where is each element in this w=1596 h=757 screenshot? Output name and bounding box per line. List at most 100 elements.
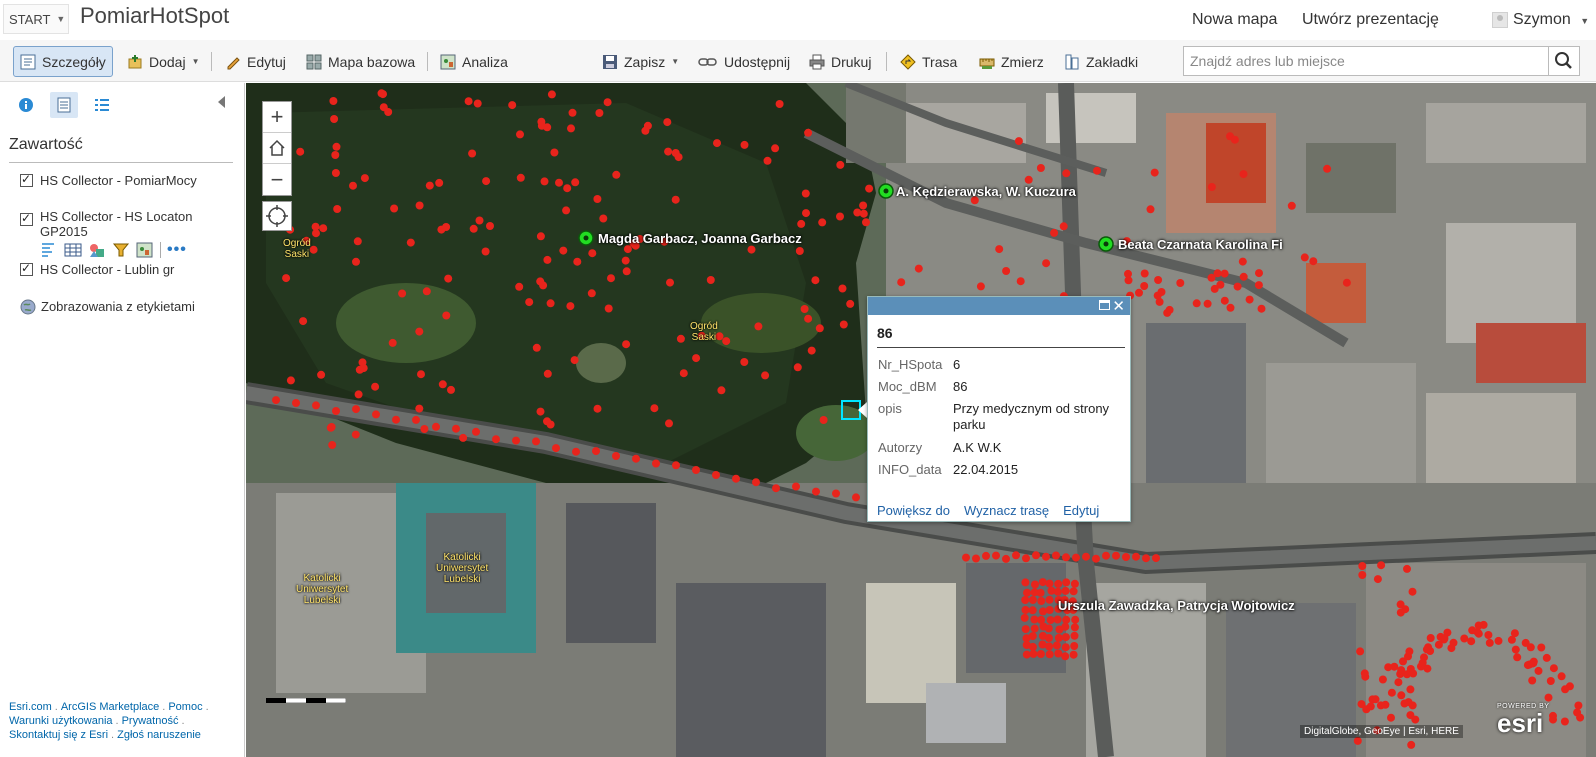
get-directions-link[interactable]: Wyznacz trasę [964, 503, 1049, 518]
hotspot-point [332, 407, 340, 415]
hotspot-point [1045, 579, 1054, 588]
layer-checkbox[interactable] [20, 211, 33, 226]
hotspot-point [1152, 554, 1160, 563]
hotspot-point [1257, 304, 1266, 313]
bookmarks-button[interactable]: Zakładki [1058, 46, 1144, 77]
home-button[interactable] [263, 133, 291, 164]
layer-item[interactable]: HS Collector - PomiarMocy [20, 172, 197, 188]
hotspot-point [1059, 222, 1068, 231]
search-button[interactable] [1549, 46, 1580, 76]
hotspot-point [422, 287, 431, 296]
hotspot-point [1061, 652, 1070, 661]
measure-button[interactable]: Zmierz [973, 46, 1050, 77]
minus-icon: − [270, 166, 284, 192]
hotspot-point [1122, 553, 1130, 561]
hotspot-point [1300, 253, 1309, 262]
hotspot-point [1053, 587, 1062, 596]
filter-icon[interactable] [112, 242, 130, 258]
hotspot-point [1102, 551, 1110, 560]
add-button[interactable]: Dodaj ▼ [121, 46, 206, 77]
layer-item[interactable]: HS Collector - Lublin gr [20, 261, 174, 277]
basemap-layer-item[interactable]: Zobrazowania z etykietami [20, 299, 195, 315]
change-style-icon[interactable] [88, 242, 106, 258]
tab-about[interactable] [12, 92, 40, 118]
layer-label[interactable]: HS Collector - PomiarMocy [40, 173, 197, 188]
analysis-button[interactable]: Analiza [434, 46, 514, 77]
hotspot-point [1032, 551, 1040, 560]
print-button[interactable]: Drukuj [803, 46, 877, 77]
footer-link[interactable]: Esri.com [9, 701, 52, 713]
basemap-layer-label[interactable]: Zobrazowania z etykietami [41, 299, 195, 314]
footer-link[interactable]: Pomoc [168, 701, 202, 713]
hotspot-point [1309, 257, 1318, 266]
layer-item[interactable]: HS Collector - HS Locaton GP2015 [20, 209, 200, 239]
footer-link[interactable]: Warunki użytkowania [9, 715, 113, 727]
layer-checkbox[interactable] [20, 261, 33, 276]
edit-button[interactable]: Edytuj [219, 46, 292, 77]
hotspot-point [1405, 647, 1414, 656]
layer-label[interactable]: HS Collector - HS Locaton GP2015 [40, 209, 200, 239]
search-input[interactable]: Znajdź adres lub miejsce [1183, 46, 1549, 76]
hotspot-point [1207, 273, 1216, 282]
hotspot-point [1323, 164, 1332, 173]
hotspot-point [672, 461, 680, 470]
more-options-icon[interactable]: ••• [167, 241, 187, 259]
scale-bar [266, 698, 346, 703]
legend-toggle-icon[interactable] [40, 242, 58, 258]
hotspot-point [1513, 653, 1522, 662]
avatar[interactable] [1492, 12, 1508, 28]
hotspot-point [540, 177, 549, 186]
edit-feature-link[interactable]: Edytuj [1063, 503, 1099, 518]
details-button[interactable]: Szczegóły [13, 46, 113, 77]
hotspot-point [516, 130, 524, 139]
hotspot-point [692, 466, 700, 474]
hotspot-point [473, 99, 482, 108]
new-map-link[interactable]: Nowa mapa [1192, 11, 1277, 29]
hotspot-point [819, 416, 828, 424]
hotspot-point [1484, 631, 1493, 639]
table-icon[interactable] [64, 242, 82, 258]
footer-link[interactable]: Zgłoś naruszenie [117, 729, 201, 741]
hotspot-point [379, 90, 387, 99]
basemap-label: Mapa bazowa [328, 53, 416, 70]
hotspot-point [1070, 631, 1079, 640]
footer-link[interactable]: ArcGIS Marketplace [61, 701, 159, 713]
point-label: Urszula Zawadzka, Patrycja Wojtowicz [1058, 598, 1295, 613]
zoom-to-link[interactable]: Powiększ do [877, 503, 950, 518]
hotspot-point [292, 399, 300, 407]
basemap-button[interactable]: Mapa bazowa [300, 46, 421, 77]
hotspot-point [1039, 607, 1047, 616]
start-menu-button[interactable]: START ▼ [3, 4, 69, 34]
zoom-out-button[interactable]: − [263, 164, 291, 195]
create-presentation-link[interactable]: Utwórz prezentację [1302, 11, 1439, 29]
hotspot-point [722, 337, 731, 346]
tab-legend[interactable] [88, 92, 116, 118]
maximize-icon[interactable] [1099, 300, 1110, 310]
hotspot-point [1038, 578, 1047, 587]
hotspot-point [1054, 633, 1063, 642]
hotspot-point [800, 305, 809, 313]
analysis-icon[interactable] [136, 242, 154, 258]
hotspot-point [761, 371, 770, 380]
footer-link[interactable]: Prywatność [122, 715, 179, 727]
layer-label[interactable]: HS Collector - Lublin gr [40, 262, 174, 277]
esri-logo[interactable]: POWERED BY esri [1497, 703, 1555, 739]
close-icon[interactable]: ✕ [1112, 297, 1125, 315]
share-button[interactable]: Udostępnij [692, 46, 796, 77]
footer-link[interactable]: Skontaktuj się z Esri [9, 729, 108, 741]
locate-button[interactable] [262, 201, 292, 231]
zoom-in-button[interactable]: + [263, 102, 291, 133]
route-button[interactable]: Trasa [894, 46, 963, 77]
collapse-sidebar-icon[interactable] [218, 96, 225, 108]
save-button[interactable]: Zapisz ▼ [596, 46, 685, 77]
point-label: Beata Czarnata Karolina Fi [1118, 237, 1283, 252]
layer-checkbox[interactable] [20, 172, 33, 187]
hotspot-point [604, 304, 613, 313]
hotspot-point [1387, 713, 1395, 722]
tab-contents[interactable] [50, 92, 78, 118]
hotspot-point [771, 144, 780, 153]
hotspot-point [838, 284, 847, 293]
hotspot-point [331, 151, 340, 159]
user-menu[interactable]: Szymon ▼ [1513, 11, 1589, 29]
hotspot-point [1022, 554, 1030, 563]
